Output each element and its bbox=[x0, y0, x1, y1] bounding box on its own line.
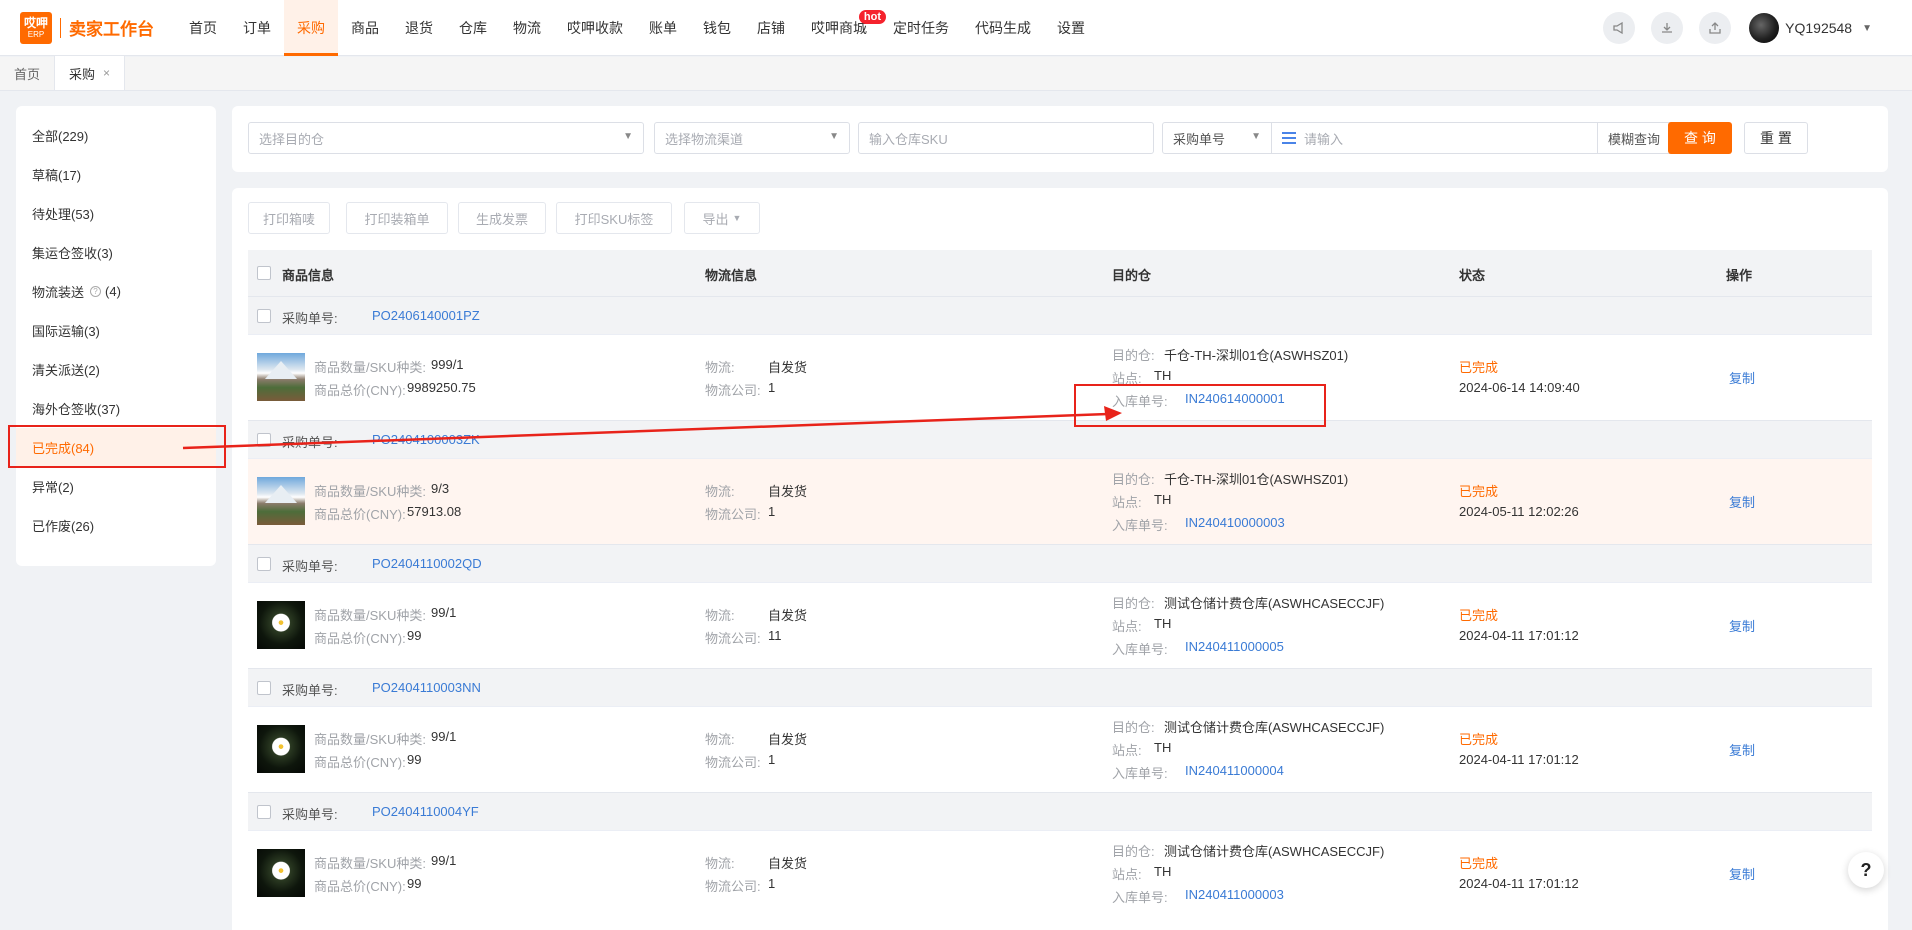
help-button[interactable]: ? bbox=[1848, 852, 1884, 888]
annotation-arrow bbox=[182, 406, 1122, 450]
